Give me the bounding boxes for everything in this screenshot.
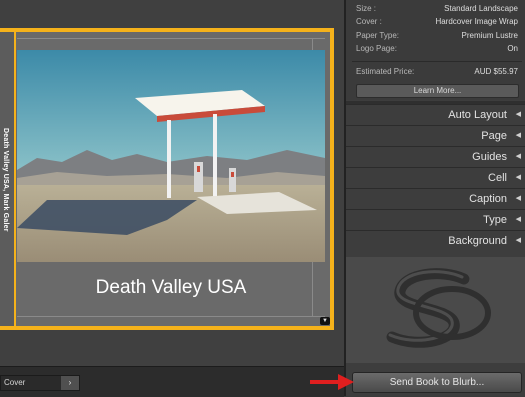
panel-caption[interactable]: Caption ◀ [346, 188, 525, 209]
spine-text: Death Valley USA, Mark Galer [2, 128, 9, 232]
spine[interactable]: Death Valley USA, Mark Galer [0, 32, 14, 326]
panel-label: Type [483, 214, 507, 226]
setting-label: Logo Page: [356, 44, 397, 53]
cover-title[interactable]: Death Valley USA [17, 268, 325, 308]
price-value: AUD $55.97 [474, 67, 518, 76]
setting-value[interactable]: Standard Landscape [444, 2, 518, 15]
page-selector[interactable]: Cover › [0, 375, 80, 391]
panel-type[interactable]: Type ◀ [346, 209, 525, 230]
setting-value[interactable]: Hardcover Image Wrap [435, 15, 518, 28]
panel-label: Caption [469, 193, 507, 205]
setting-value[interactable]: Premium Lustre [462, 29, 518, 42]
setting-label: Paper Type: [356, 31, 399, 40]
book-settings-panel: Size : Standard Landscape Cover : Hardco… [346, 0, 525, 100]
spine-fold-line [14, 32, 16, 326]
gas-station-photo [17, 50, 325, 262]
panel-page[interactable]: Page ◀ [346, 125, 525, 146]
panel-guides[interactable]: Guides ◀ [346, 146, 525, 167]
cover-spread-selected[interactable]: Death Valley USA, Mark Galer Death Valle… [0, 28, 334, 330]
collapse-triangle-icon[interactable]: ◀ [516, 168, 521, 188]
collapse-triangle-icon[interactable]: ◀ [516, 231, 521, 251]
setting-row-size[interactable]: Size : Standard Landscape [356, 2, 518, 15]
setting-label: Size : [356, 4, 377, 13]
right-panel: Size : Standard Landscape Cover : Hardco… [346, 0, 525, 396]
setting-row-logo-page[interactable]: Logo Page: On [356, 42, 518, 55]
price-label: Estimated Price: [356, 67, 415, 76]
red-arrow-icon [310, 374, 354, 390]
panel-label: Page [481, 130, 507, 142]
cover-photo[interactable] [17, 50, 325, 262]
send-book-to-blurb-button[interactable]: Send Book to Blurb... [352, 372, 522, 393]
setting-row-paper-type[interactable]: Paper Type: Premium Lustre [356, 29, 518, 42]
chevron-right-icon[interactable]: › [61, 376, 79, 390]
setting-row-cover[interactable]: Cover : Hardcover Image Wrap [356, 15, 518, 28]
page-options-dropdown-icon[interactable]: ▼ [320, 317, 330, 325]
collapse-triangle-icon[interactable]: ◀ [516, 126, 521, 146]
collapse-triangle-icon[interactable]: ◀ [516, 147, 521, 167]
learn-more-button[interactable]: Learn More... [356, 84, 519, 98]
setting-label: Cover : [356, 17, 382, 26]
book-canvas: Death Valley USA, Mark Galer Death Valle… [0, 0, 344, 366]
collapse-triangle-icon[interactable]: ◀ [516, 210, 521, 230]
panel-background[interactable]: Background ◀ [346, 230, 525, 251]
panel-label: Cell [488, 172, 507, 184]
collapse-triangle-icon[interactable]: ◀ [516, 105, 521, 125]
panel-label: Guides [472, 151, 507, 163]
swirl-logo-icon [386, 268, 491, 348]
cover-page: Death Valley USA, Mark Galer Death Valle… [0, 32, 330, 326]
background-graphic-preview[interactable] [346, 257, 525, 363]
collapse-triangle-icon[interactable]: ◀ [516, 189, 521, 209]
page-selector-label: Cover [4, 378, 26, 387]
estimated-price-row: Estimated Price: AUD $55.97 [356, 65, 518, 78]
guide-line-bottom [17, 316, 325, 317]
panel-auto-layout[interactable]: Auto Layout ◀ [346, 104, 525, 125]
panel-cell[interactable]: Cell ◀ [346, 167, 525, 188]
filmstrip-toolbar: Cover › [0, 366, 344, 397]
settings-divider [352, 61, 522, 62]
setting-value[interactable]: On [507, 42, 518, 55]
panel-label: Auto Layout [448, 109, 507, 121]
guide-line-top [17, 38, 325, 39]
panel-label: Background [448, 235, 507, 247]
